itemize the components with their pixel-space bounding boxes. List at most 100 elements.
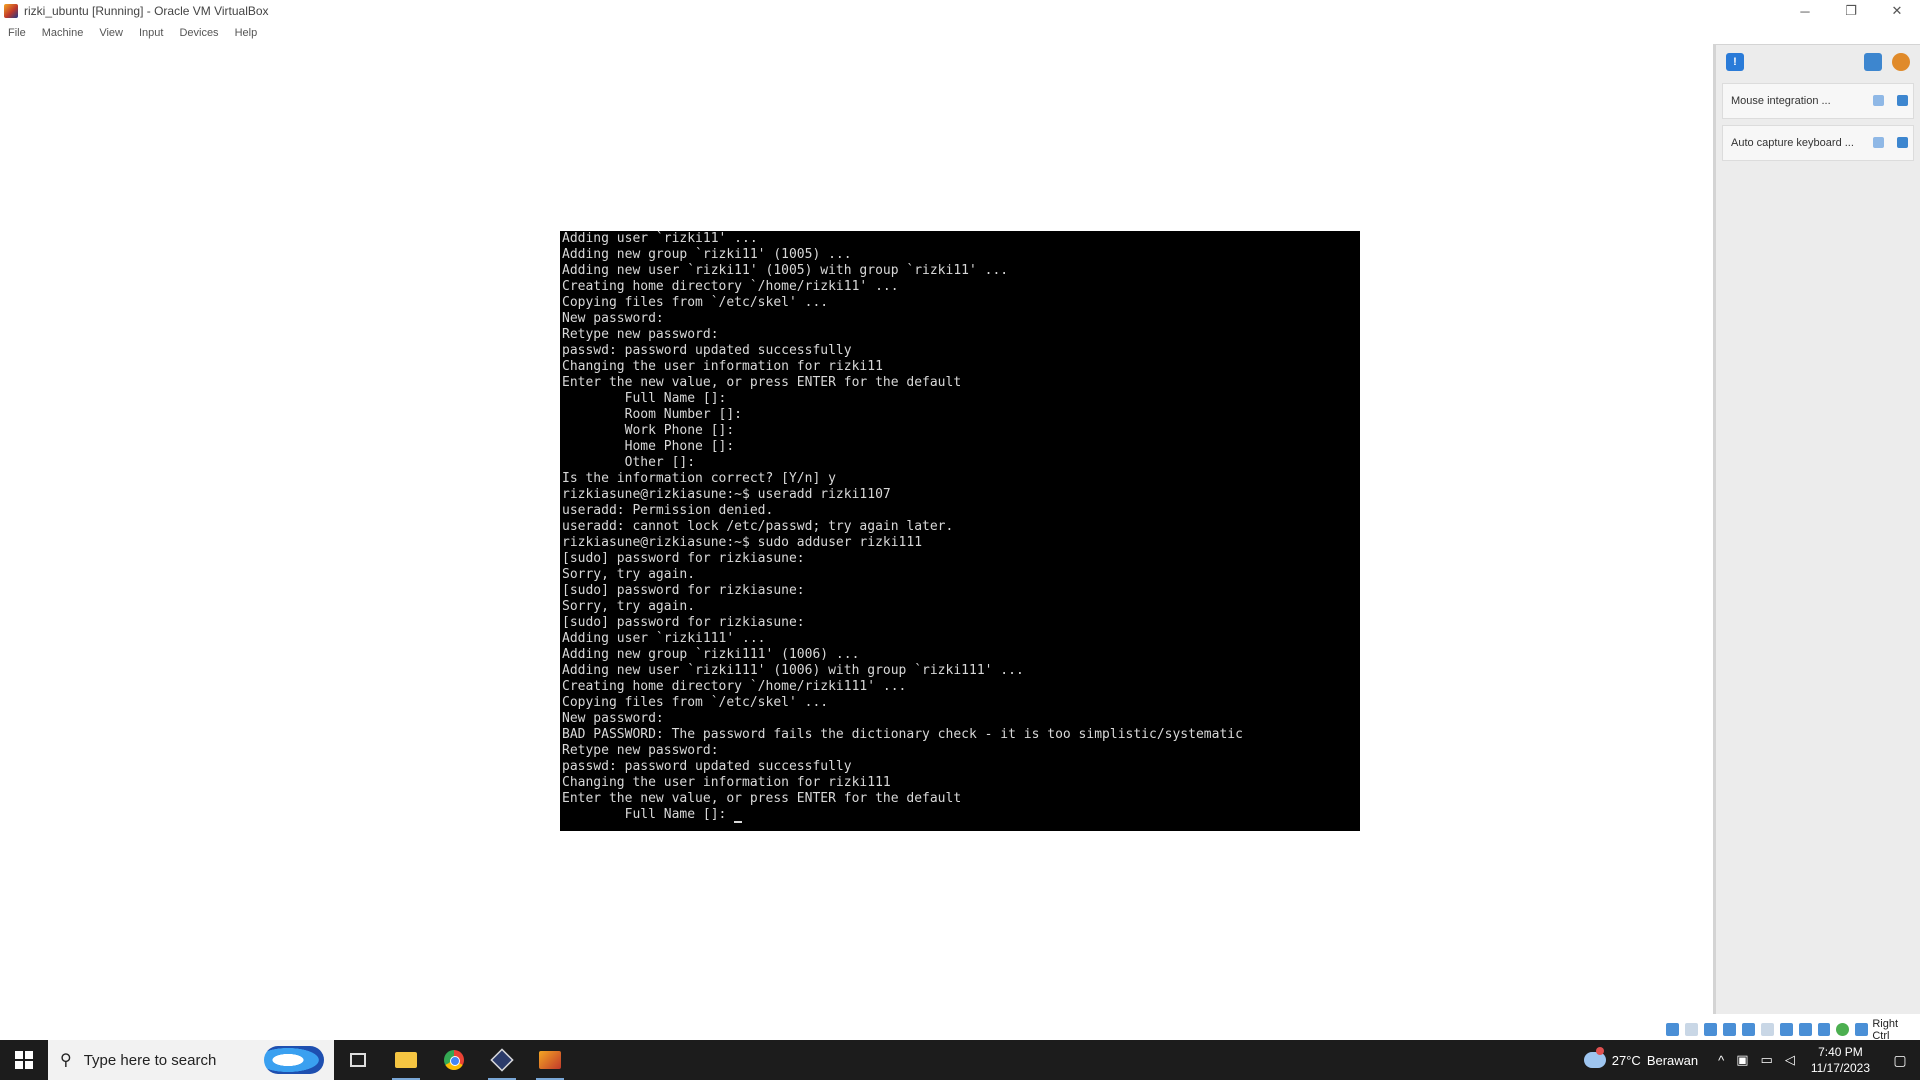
weather-cloudy-icon[interactable] — [1583, 1047, 1606, 1068]
weather-temperature[interactable]: 27°C — [1612, 1053, 1641, 1068]
notification-center: ! Mouse integration ... Auto capture key… — [1713, 44, 1920, 1014]
terminal-line: rizkiasune@rizkiasune:~$ useradd rizki11… — [562, 487, 891, 502]
terminal-line: Adding new user `rizki11' (1005) with gr… — [562, 263, 1009, 278]
menu-devices[interactable]: Devices — [171, 27, 226, 39]
network-icon[interactable] — [1722, 1023, 1736, 1036]
usb-icon[interactable] — [1741, 1023, 1755, 1036]
taskbar-search-box[interactable]: ⚲ Type here to search — [48, 1040, 334, 1080]
terminal-line: Other []: — [562, 455, 696, 470]
weather-description[interactable]: Berawan — [1647, 1053, 1698, 1068]
audio-icon[interactable] — [1703, 1023, 1717, 1036]
terminal-line: Retype new password: — [562, 327, 719, 342]
vm-window-button[interactable] — [526, 1040, 574, 1080]
terminal-line: Enter the new value, or press ENTER for … — [562, 375, 962, 390]
info-icon[interactable]: ! — [1726, 53, 1744, 71]
virtualbox-icon — [490, 1048, 514, 1072]
menu-input[interactable]: Input — [131, 27, 171, 39]
do-not-show-icon[interactable] — [1873, 137, 1884, 148]
menu-machine[interactable]: Machine — [34, 27, 92, 39]
menu-file[interactable]: File — [0, 27, 34, 39]
do-not-show-icon[interactable] — [1873, 95, 1884, 106]
terminal-line: [sudo] password for rizkiasune: — [562, 583, 805, 598]
chrome-button[interactable] — [430, 1040, 478, 1080]
taskbar: ⚲ Type here to search 27°C Berawan ^ ▣ ▭… — [0, 1040, 1920, 1080]
terminal-line: New password: — [562, 711, 664, 726]
system-tray: 27°C Berawan ^ ▣ ▭ ◁ 7:40 PM 11/17/2023 … — [1583, 1040, 1920, 1080]
cpu-icon[interactable] — [1817, 1023, 1831, 1036]
restore-button[interactable]: ❐ — [1828, 0, 1874, 22]
virtualbox-vm-icon — [4, 4, 18, 18]
search-placeholder: Type here to search — [83, 1051, 217, 1069]
terminal-line: Retype new password: — [562, 743, 719, 758]
terminal-line: passwd: password updated successfully — [562, 759, 852, 774]
pin-icon[interactable] — [1864, 53, 1882, 71]
network-icon[interactable]: ▭ — [1761, 1052, 1773, 1068]
minimize-button[interactable]: ─ — [1782, 0, 1828, 22]
terminal-line: Copying files from `/etc/skel' ... — [562, 695, 829, 710]
terminal-line: useradd: Permission denied. — [562, 503, 774, 518]
notification-text: Auto capture keyboard ... — [1731, 137, 1854, 149]
keyboard-capture-icon[interactable] — [1855, 1023, 1869, 1036]
terminal-line: Is the information correct? [Y/n] y — [562, 471, 836, 486]
volume-muted-icon[interactable]: ◁ — [1785, 1052, 1795, 1068]
terminal-line: Creating home directory `/home/rizki11' … — [562, 279, 899, 294]
action-center-icon[interactable]: ▢ — [1880, 1052, 1920, 1069]
host-key-label: Right Ctrl — [1872, 1017, 1899, 1042]
notification-mouse-integration[interactable]: Mouse integration ... — [1722, 83, 1914, 119]
terminal-line: Full Name []: — [562, 807, 735, 822]
terminal-line: [sudo] password for rizkiasune: — [562, 615, 805, 630]
show-hidden-icons-chevron-icon[interactable]: ^ — [1718, 1053, 1724, 1068]
virtualbox-manager-button[interactable] — [478, 1040, 526, 1080]
close-notification-icon[interactable] — [1897, 137, 1908, 148]
windows-logo-icon — [15, 1051, 33, 1069]
menu-help[interactable]: Help — [227, 27, 266, 39]
hard-disk-icon[interactable] — [1666, 1023, 1679, 1036]
shared-folders-icon[interactable] — [1760, 1023, 1774, 1036]
terminal-line: Sorry, try again. — [562, 599, 696, 614]
terminal-line: Sorry, try again. — [562, 567, 696, 582]
folder-icon — [395, 1052, 417, 1068]
vm-status-bar: Right Ctrl — [1660, 1017, 1920, 1042]
terminal-line: Changing the user information for rizki1… — [562, 359, 883, 374]
start-button[interactable] — [0, 1040, 48, 1080]
terminal-line: Home Phone []: — [562, 439, 735, 454]
file-explorer-button[interactable] — [382, 1040, 430, 1080]
optical-drive-icon[interactable] — [1684, 1023, 1698, 1036]
terminal-line: Full Name []: — [562, 391, 727, 406]
window-title: rizki_ubuntu [Running] - Oracle VM Virtu… — [24, 4, 269, 18]
close-button[interactable]: ✕ — [1874, 0, 1920, 22]
title-bar: rizki_ubuntu [Running] - Oracle VM Virtu… — [0, 0, 1920, 22]
mouse-integration-icon[interactable] — [1836, 1023, 1850, 1036]
meet-now-icon[interactable]: ▣ — [1736, 1052, 1748, 1068]
window-controls: ─ ❐ ✕ — [1782, 0, 1920, 22]
display-icon[interactable] — [1779, 1023, 1793, 1036]
vm-display[interactable]: Adding user `rizki11' ... Adding new gro… — [560, 231, 1360, 831]
terminal-line: Adding new group `rizki111' (1006) ... — [562, 647, 860, 662]
terminal-line: Room Number []: — [562, 407, 743, 422]
terminal-line: Work Phone []: — [562, 423, 735, 438]
close-notification-icon[interactable] — [1897, 95, 1908, 106]
chrome-icon — [444, 1050, 464, 1070]
search-icon: ⚲ — [60, 1052, 72, 1069]
terminal-output: Adding user `rizki11' ... Adding new gro… — [560, 231, 1360, 823]
terminal-line: Creating home directory `/home/rizki111'… — [562, 679, 907, 694]
notification-auto-capture-keyboard[interactable]: Auto capture keyboard ... — [1722, 125, 1914, 161]
terminal-cursor — [734, 809, 743, 823]
recording-icon[interactable] — [1798, 1023, 1812, 1036]
terminal-line: BAD PASSWORD: The password fails the dic… — [562, 727, 1243, 742]
terminal-line: Copying files from `/etc/skel' ... — [562, 295, 829, 310]
terminal-line: Enter the new value, or press ENTER for … — [562, 791, 962, 806]
notification-center-header: ! — [1716, 45, 1920, 79]
notification-text: Mouse integration ... — [1731, 95, 1831, 107]
clock-date: 11/17/2023 — [1810, 1061, 1870, 1075]
task-view-button[interactable] — [334, 1040, 382, 1080]
menu-view[interactable]: View — [91, 27, 131, 39]
terminal-line: passwd: password updated successfully — [562, 343, 852, 358]
dismiss-all-icon[interactable] — [1892, 53, 1910, 71]
menu-bar: File Machine View Input Devices Help — [0, 22, 1920, 44]
terminal-line: [sudo] password for rizkiasune: — [562, 551, 805, 566]
virtualbox-vm-icon — [539, 1051, 561, 1069]
clock[interactable]: 7:40 PM 11/17/2023 — [1811, 1044, 1870, 1076]
clock-time: 7:40 PM — [1818, 1045, 1863, 1059]
terminal-line: Adding new group `rizki11' (1005) ... — [562, 247, 852, 262]
